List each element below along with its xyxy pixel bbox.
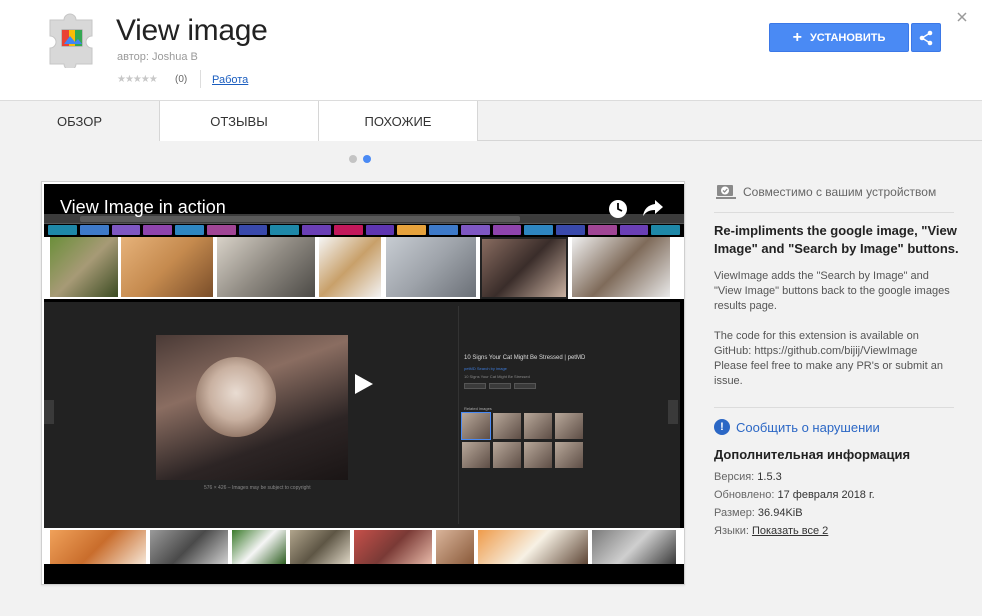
description-paragraph-1: ViewImage adds the "Search by Image" and…	[714, 270, 950, 312]
tab-overview[interactable]: ОБЗОР	[0, 101, 160, 141]
video-title: View Image in action	[60, 197, 226, 217]
version-row: Версия: 1.5.3	[714, 471, 782, 483]
tab-reviews[interactable]: ОТЗЫВЫ	[160, 101, 319, 141]
rating-count[interactable]: (0)	[175, 74, 187, 85]
related-grid	[461, 412, 584, 468]
install-button[interactable]: + УСТАНОВИТЬ	[769, 23, 909, 52]
tab-bar: ОБЗОР ОТЗЫВЫ ПОХОЖИЕ	[0, 101, 982, 141]
panel-heading: 10 Signs Your Cat Might Be Stressed | pe…	[464, 355, 586, 361]
carousel-dot-active[interactable]	[363, 155, 371, 163]
device-check-icon	[716, 185, 736, 199]
share-button[interactable]	[911, 23, 941, 52]
extension-title: View image	[116, 14, 268, 47]
extension-header: View image автор: Joshua B ★★★★★ (0) Раб…	[0, 0, 982, 101]
panel-subtitle: 10 Signs Your Cat Might Be Stressed	[464, 374, 530, 379]
info-icon: !	[714, 419, 730, 435]
updated-row: Обновлено: 17 февраля 2018 г.	[714, 489, 875, 501]
carousel-dots	[349, 155, 371, 163]
panel-nav-left	[44, 400, 54, 424]
close-icon[interactable]	[956, 11, 968, 23]
panel-nav-right	[668, 400, 678, 424]
languages-link[interactable]: Показать все 2	[752, 525, 828, 537]
size-value: 36.94KiB	[757, 507, 803, 519]
screenshot-image-panel: 576 × 426 – Images may be subject to cop…	[44, 302, 680, 528]
related-label: Related images	[464, 406, 492, 411]
languages-row: Языки: Показать все 2	[714, 525, 829, 537]
summary-text: Re-impliments the google image, "View Im…	[714, 223, 959, 256]
divider	[714, 212, 954, 213]
divider	[200, 70, 201, 88]
screenshot-bottom-strip	[44, 528, 684, 564]
share-arrow-icon[interactable]	[642, 198, 664, 218]
version-value: 1.5.3	[757, 471, 782, 483]
carousel-dot[interactable]	[349, 155, 357, 163]
author-label: автор: Joshua B	[117, 51, 198, 63]
panel-buttons	[464, 383, 536, 389]
plus-icon: +	[792, 28, 802, 46]
rating-stars[interactable]: ★★★★★	[117, 74, 158, 85]
updated-value: 17 февраля 2018 г.	[777, 489, 875, 501]
play-icon[interactable]	[353, 372, 375, 396]
video-player[interactable]: 576 × 426 – Images may be subject to cop…	[44, 184, 684, 584]
screenshot-chip-row	[48, 225, 680, 235]
divider	[714, 407, 954, 408]
panel-source: petMD Search by image	[464, 366, 507, 371]
size-row: Размер: 36.94KiB	[714, 507, 803, 519]
selected-thumb	[480, 237, 568, 299]
tab-related[interactable]: ПОХОЖИЕ	[319, 101, 478, 141]
clock-icon[interactable]	[608, 199, 628, 219]
additional-info-title: Дополнительная информация	[714, 447, 911, 462]
description-paragraph-2: The code for this extension is available…	[714, 330, 943, 387]
panel-caption: 576 × 426 – Images may be subject to cop…	[204, 485, 311, 491]
kitten-image	[156, 335, 348, 480]
compatibility-text: Совместимо с вашим устройством	[743, 185, 937, 199]
category-link[interactable]: Работа	[212, 74, 248, 86]
report-abuse-link[interactable]: Сообщить о нарушении	[736, 420, 880, 435]
screenshot-thumb-row	[44, 237, 684, 299]
puzzle-icon	[49, 13, 93, 68]
install-label: УСТАНОВИТЬ	[809, 31, 886, 44]
media-frame: 576 × 426 – Images may be subject to cop…	[41, 181, 685, 585]
share-icon	[919, 30, 933, 45]
